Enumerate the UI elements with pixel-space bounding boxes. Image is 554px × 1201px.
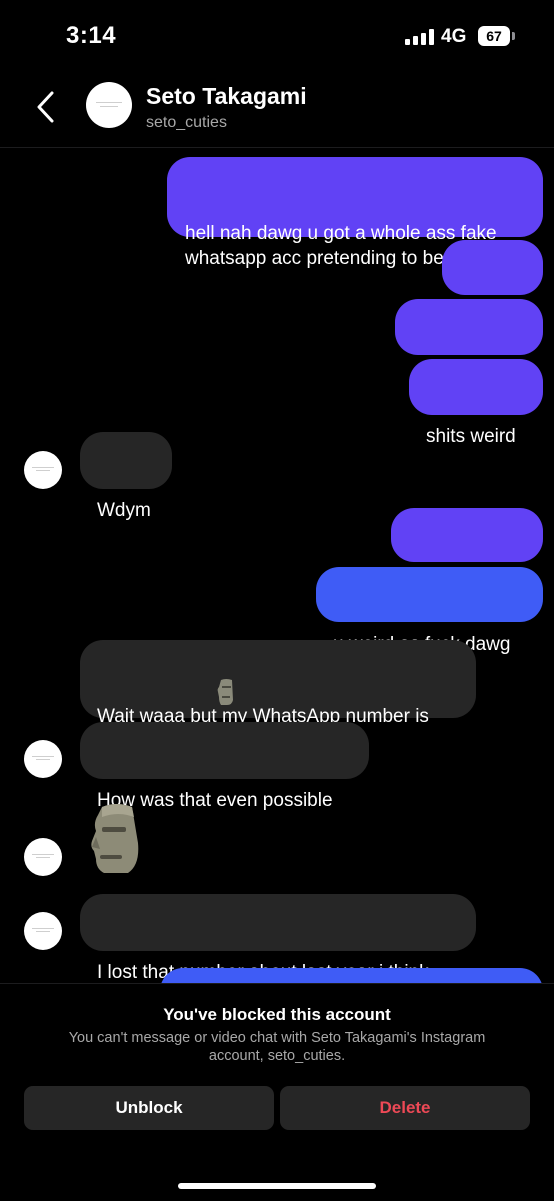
- contact-avatar[interactable]: [24, 912, 62, 950]
- moai-emoji-icon: [217, 679, 233, 705]
- network-type: 4G: [441, 26, 467, 47]
- message-bubble-incoming[interactable]: How was that even possible: [80, 722, 369, 811]
- contact-avatar[interactable]: [24, 740, 62, 778]
- message-bubble-incoming[interactable]: Wdym: [80, 432, 172, 521]
- delete-button[interactable]: Delete: [280, 1086, 530, 1130]
- status-time: 3:14: [66, 22, 117, 49]
- contact-username[interactable]: seto_cuties: [146, 114, 227, 132]
- blocked-description: You can't message or video chat with Set…: [68, 1030, 486, 1064]
- battery-tip: [512, 32, 515, 40]
- home-indicator[interactable]: [178, 1183, 376, 1189]
- moai-sticker[interactable]: [88, 803, 144, 875]
- battery-icon: 67: [478, 26, 510, 46]
- cellular-signal-icon: [405, 29, 435, 45]
- message-bubble-incoming[interactable]: Wait waaa but my WhatsApp number is 0143…: [80, 640, 476, 752]
- profile-avatar[interactable]: [86, 82, 132, 128]
- message-bubble-outgoing[interactable]: hop off: [442, 240, 543, 328]
- contact-name[interactable]: Seto Takagami: [146, 83, 307, 110]
- back-arrow-icon[interactable]: [34, 90, 60, 124]
- contact-avatar[interactable]: [24, 451, 62, 489]
- header-divider: [0, 147, 554, 148]
- unblock-button[interactable]: Unblock: [24, 1086, 274, 1130]
- message-bubble-outgoing[interactable]: hell nah dawg u got a whole ass fake wha…: [167, 157, 543, 269]
- message-bubble-outgoing[interactable]: u weird as fuck dawg: [316, 567, 543, 655]
- message-bubble-outgoing[interactable]: dont do that: [395, 299, 543, 387]
- message-bubble-outgoing[interactable]: shits weird: [409, 359, 543, 447]
- contact-avatar[interactable]: [24, 838, 62, 876]
- blocked-title: You've blocked this account: [163, 1005, 391, 1024]
- message-bubble-outgoing[interactable]: 0173409877: [391, 508, 543, 595]
- message-bubble-incoming[interactable]: I lost that number about last year i thi…: [80, 894, 476, 983]
